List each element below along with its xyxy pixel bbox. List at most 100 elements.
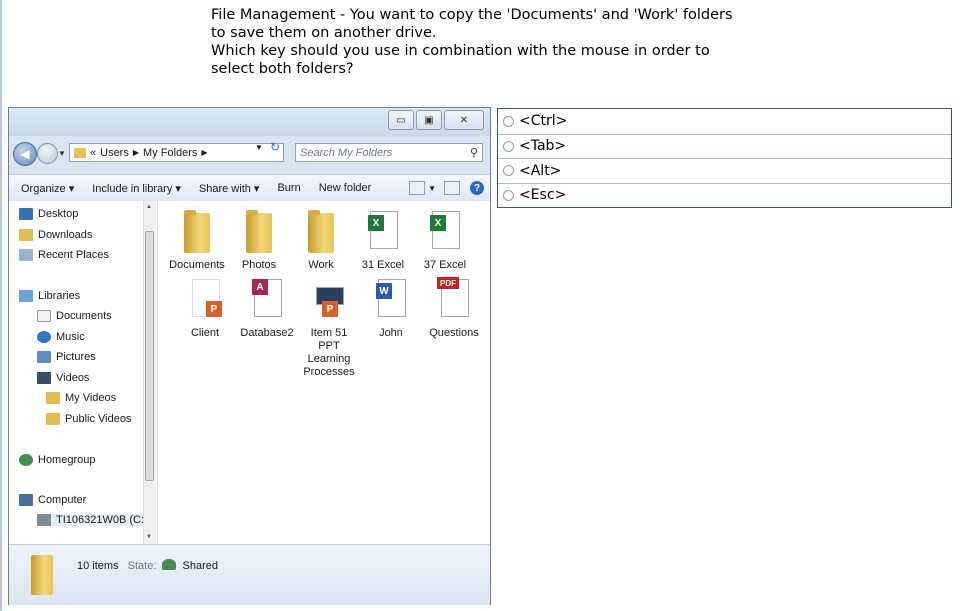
close-button[interactable]: ✕ xyxy=(444,110,484,130)
nav-label: My Videos xyxy=(65,392,117,404)
caption-buttons: ▭ ▣ ✕ xyxy=(386,110,484,130)
nav-label: Pictures xyxy=(56,351,96,363)
file-item-john[interactable]: W John xyxy=(360,277,422,340)
breadcrumb-my-folders[interactable]: My Folders xyxy=(143,147,197,159)
videos-icon xyxy=(37,372,51,384)
search-input[interactable]: Search My Folders ⚲ xyxy=(295,143,483,162)
file-item-work[interactable]: Work xyxy=(290,209,352,272)
left-frame-border xyxy=(0,0,2,611)
new-folder-button[interactable]: New folder xyxy=(319,182,372,194)
scroll-down-icon[interactable]: ▼ xyxy=(146,534,152,540)
address-bar[interactable]: « Users ▶ My Folders ▶ xyxy=(69,143,284,162)
breadcrumb-separator-icon[interactable]: ▶ xyxy=(201,148,207,157)
nav-item-libraries[interactable]: Libraries xyxy=(19,290,80,302)
answer-options: <Ctrl> <Tab> <Alt> <Esc> xyxy=(497,108,952,208)
window-titlebar: ▭ ▣ ✕ xyxy=(9,108,490,136)
forward-button[interactable] xyxy=(37,143,58,164)
nav-label: Videos xyxy=(56,372,90,384)
address-dropdown-icon[interactable]: ▼ xyxy=(255,143,263,152)
nav-item-music[interactable]: Music xyxy=(37,331,85,343)
radio-button[interactable] xyxy=(503,165,514,177)
radio-button[interactable] xyxy=(503,115,514,127)
preview-pane-icon[interactable] xyxy=(444,181,460,195)
powerpoint-file-icon: P xyxy=(182,277,228,323)
nav-item-public-videos[interactable]: Public Videos xyxy=(46,413,131,425)
file-list: Documents Photos Work X 31 Excel X 37 Ex… xyxy=(159,201,490,544)
question-line-2: to save them on another drive. xyxy=(211,25,437,41)
option-label: <Esc> xyxy=(519,187,567,204)
address-row: ◀ ▼ « Users ▶ My Folders ▶ ▼ ↻ Search My… xyxy=(9,138,490,170)
nav-item-downloads[interactable]: Downloads xyxy=(19,229,92,241)
recent-pages-dropdown[interactable]: ▼ xyxy=(58,149,66,158)
nav-item-desktop[interactable]: Desktop xyxy=(19,208,78,220)
file-item-documents[interactable]: Documents xyxy=(166,209,228,272)
help-icon[interactable]: ? xyxy=(470,181,484,195)
scroll-up-icon[interactable]: ▲ xyxy=(146,204,152,210)
command-bar: Organize ▾ Include in library ▾ Share wi… xyxy=(9,174,490,202)
nav-item-drive-c[interactable]: TI106321W0B (C:) xyxy=(37,514,152,526)
refresh-icon[interactable]: ↻ xyxy=(270,140,284,156)
computer-icon xyxy=(19,494,33,506)
file-item-database2[interactable]: A Database2 xyxy=(236,277,298,340)
file-label: Learning xyxy=(307,353,351,365)
back-button[interactable]: ◀ xyxy=(13,142,37,166)
downloads-icon xyxy=(19,229,33,241)
file-item-item-51-ppt[interactable]: P Item 51 PPT Learning Processes xyxy=(298,277,360,379)
file-item-client[interactable]: P Client xyxy=(174,277,236,340)
file-label: Item 51 xyxy=(310,327,348,339)
nav-item-my-videos[interactable]: My Videos xyxy=(46,392,116,404)
option-ctrl[interactable]: <Ctrl> xyxy=(498,109,951,134)
file-label: PPT xyxy=(318,340,340,352)
include-in-library-menu[interactable]: Include in library ▾ xyxy=(92,182,181,195)
views-icon[interactable] xyxy=(409,181,426,195)
nav-item-computer[interactable]: Computer xyxy=(19,494,86,506)
share-with-menu[interactable]: Share with ▾ xyxy=(199,182,260,195)
word-file-icon: W xyxy=(368,277,414,323)
file-item-photos[interactable]: Photos xyxy=(228,209,290,272)
documents-icon xyxy=(37,310,51,322)
folder-icon xyxy=(174,209,220,255)
file-label: Questions xyxy=(429,327,479,339)
breadcrumb-prefix: « xyxy=(90,146,97,159)
breadcrumb-separator-icon[interactable]: ▶ xyxy=(133,148,139,157)
file-label: Client xyxy=(190,327,220,339)
maximize-button[interactable]: ▣ xyxy=(416,110,442,130)
nav-item-documents[interactable]: Documents xyxy=(37,310,112,322)
homegroup-icon xyxy=(19,454,33,466)
libraries-icon xyxy=(19,290,33,302)
file-item-questions[interactable]: PDF Questions xyxy=(423,277,485,340)
minimize-button[interactable]: ▭ xyxy=(388,110,414,130)
file-label: Database2 xyxy=(240,327,294,339)
radio-button[interactable] xyxy=(503,140,514,152)
nav-item-recent-places[interactable]: Recent Places xyxy=(19,249,109,261)
details-pane: 10 items State: Shared xyxy=(9,544,490,605)
nav-item-pictures[interactable]: Pictures xyxy=(37,351,96,363)
option-tab[interactable]: <Tab> xyxy=(498,133,951,159)
pictures-icon xyxy=(37,351,51,363)
option-alt[interactable]: <Alt> xyxy=(498,158,951,183)
views-dropdown-icon[interactable]: ▼ xyxy=(428,184,436,193)
desktop-icon xyxy=(19,208,33,220)
option-esc[interactable]: <Esc> xyxy=(498,182,951,208)
folder-icon xyxy=(298,209,344,255)
breadcrumb-users[interactable]: Users xyxy=(100,147,129,159)
file-item-37-excel[interactable]: X 37 Excel xyxy=(414,209,476,272)
file-label: John xyxy=(379,327,403,339)
search-icon[interactable]: ⚲ xyxy=(470,146,478,159)
nav-item-videos[interactable]: Videos xyxy=(37,372,89,384)
folder-icon xyxy=(46,392,60,404)
pdf-file-icon: PDF xyxy=(431,277,477,323)
nav-label: Music xyxy=(56,331,85,343)
nav-label: Recent Places xyxy=(38,249,109,261)
nav-label: Desktop xyxy=(38,208,79,220)
radio-button[interactable] xyxy=(503,189,514,201)
file-item-31-excel[interactable]: X 31 Excel xyxy=(352,209,414,272)
excel-file-icon: X xyxy=(422,209,468,255)
burn-button[interactable]: Burn xyxy=(277,182,300,194)
folder-icon xyxy=(236,209,282,255)
scrollbar-thumb[interactable] xyxy=(145,231,154,481)
organize-menu[interactable]: Organize ▾ xyxy=(21,182,74,195)
powerpoint-file-icon: P xyxy=(306,277,352,323)
nav-item-homegroup[interactable]: Homegroup xyxy=(19,454,95,466)
navigation-scrollbar[interactable]: ▲ ▼ xyxy=(143,201,156,544)
